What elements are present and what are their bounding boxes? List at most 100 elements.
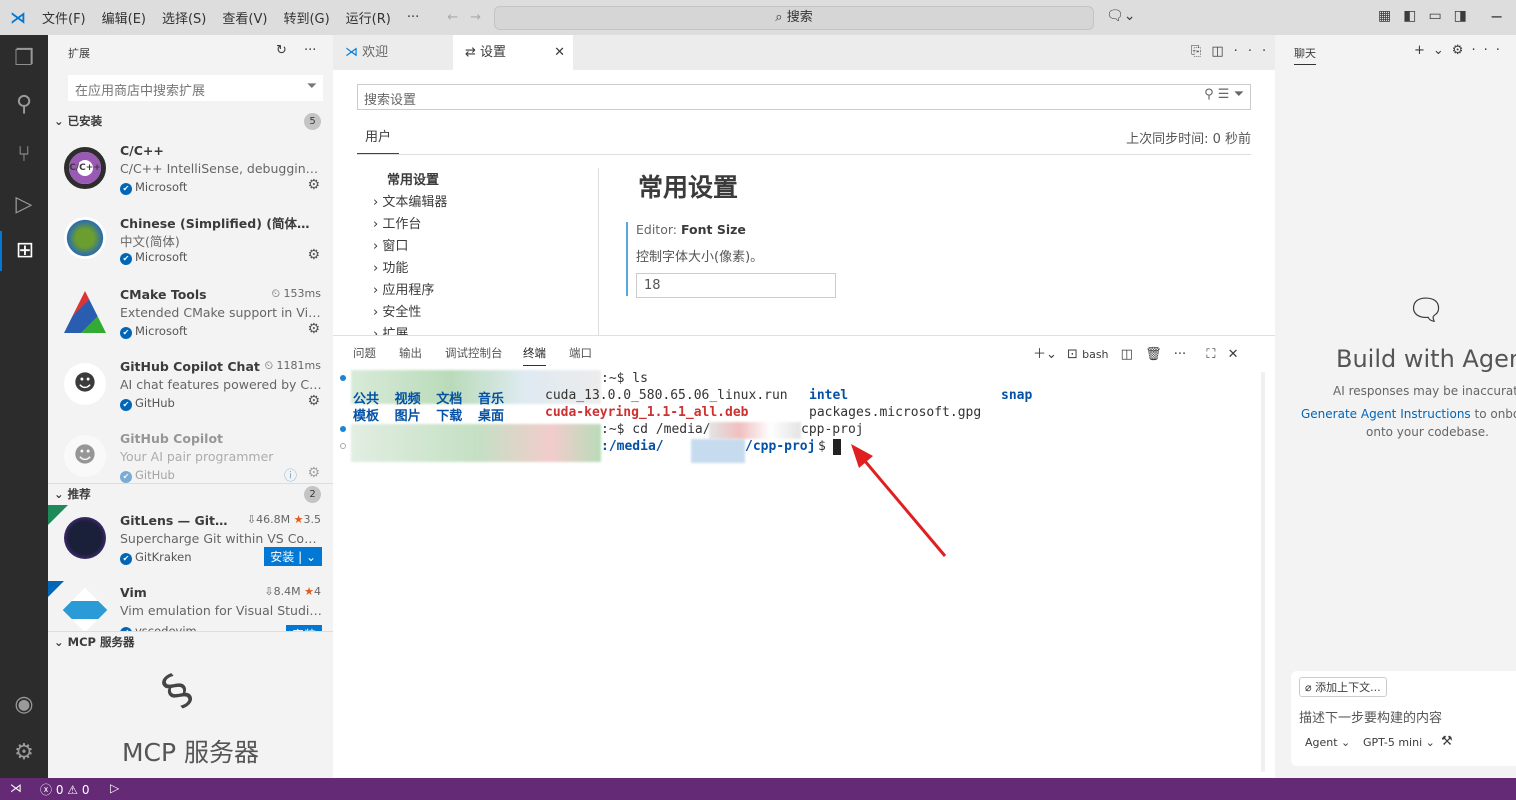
debug-icon[interactable]: ▷ (110, 781, 119, 795)
back-icon[interactable]: ← (447, 10, 458, 25)
extension-desc: Your AI pair programmer (120, 449, 274, 464)
mode-label: Agent (1305, 736, 1338, 749)
tab-settings[interactable]: ⇄ 设置 ✕ (453, 35, 573, 70)
terminal-dir: snap (1001, 388, 1033, 403)
more-icon[interactable]: ··· (304, 43, 316, 58)
explorer-icon[interactable]: ❐ (0, 39, 48, 79)
copilot-logo: ☻ (64, 435, 106, 477)
copilot-icon[interactable]: 🗨⌄ (1106, 8, 1136, 24)
gear-icon[interactable]: ⚙ (307, 393, 320, 409)
extension-item[interactable]: Chinese (Simplified) (简体中文)... 中文(简体) Mi… (48, 209, 333, 281)
more-icon[interactable]: ··· (1174, 347, 1186, 362)
search-icon[interactable]: ⚲ (0, 85, 48, 125)
menu-file[interactable]: 文件(F) (42, 8, 86, 27)
split-icon[interactable]: ◫ (1121, 347, 1133, 362)
toc-item[interactable]: › 工作台 (373, 214, 447, 236)
filter-icon[interactable]: ⏷ (307, 79, 317, 94)
manage-gear-icon[interactable]: ⚙ (0, 733, 48, 773)
add-context-label: 添加上下文... (1315, 681, 1381, 694)
tab-ports[interactable]: 端口 (569, 345, 592, 361)
extension-stats: ⇩46.8M ★3.5 (246, 513, 321, 526)
mode-picker[interactable]: Agent ⌄ (1305, 736, 1350, 749)
tab-welcome[interactable]: ⋊ 欢迎 (333, 35, 453, 70)
install-button[interactable]: 安装 | ⌄ (264, 547, 322, 566)
menu-view[interactable]: 查看(V) (222, 8, 267, 27)
toc-item[interactable]: › 窗口 (373, 236, 447, 258)
refresh-icon[interactable]: ↻ (276, 43, 287, 58)
toc-item[interactable]: › 扩展 (373, 324, 447, 335)
terminal-line: cpp-proj (801, 422, 864, 437)
model-picker[interactable]: GPT-5 mini ⌄ (1363, 736, 1435, 749)
trash-icon[interactable]: 🗑 (1145, 347, 1162, 362)
extension-item[interactable]: Vim ⇩8.4M ★4 Vim emulation for Visual St… (48, 581, 333, 631)
gear-icon[interactable]: ⚙ (307, 321, 320, 337)
close-panel-icon[interactable]: ✕ (1228, 347, 1239, 362)
section-mcp[interactable]: ⌄ MCP 服务器 (48, 631, 333, 651)
run-debug-icon[interactable]: ▷ (0, 185, 48, 225)
chat-input-box[interactable]: ⌀ 添加上下文... 描述下一步要构建的内容 Agent ⌄ GPT-5 min… (1291, 671, 1516, 766)
layout-icons[interactable]: ▦◧▭◨ (1378, 8, 1479, 24)
chat-actions[interactable]: +⌄⚙··· (1414, 43, 1508, 58)
tab-user-scope[interactable]: 用户 (357, 126, 400, 155)
editor-actions[interactable]: ⎘◫··· (1191, 44, 1276, 59)
toc-item[interactable]: › 文本编辑器 (373, 192, 447, 214)
menu-edit[interactable]: 编辑(E) (102, 8, 146, 27)
extension-publisher: Microsoft (120, 324, 187, 339)
gear-icon[interactable]: ⚙ (307, 465, 320, 481)
new-terminal-icon[interactable]: ＋⌄ (1033, 347, 1057, 362)
recommended-corner (48, 581, 68, 597)
setting-name: Font Size (680, 222, 746, 237)
tools-icon[interactable]: ⚒ (1441, 734, 1453, 749)
toc-item[interactable]: › 安全性 (373, 302, 447, 324)
tab-problems[interactable]: 问题 (353, 345, 376, 361)
generate-instructions-link[interactable]: Generate Agent Instructions (1301, 407, 1471, 421)
font-size-input[interactable]: 18 (636, 273, 836, 298)
forward-icon[interactable]: → (470, 10, 481, 25)
shell-label[interactable]: bash (1082, 348, 1108, 361)
tab-label: 设置 (480, 45, 507, 60)
extensions-icon[interactable]: ⊞ (0, 231, 48, 271)
chat-input-placeholder[interactable]: 描述下一步要构建的内容 (1299, 707, 1442, 726)
remote-icon[interactable]: ⋊ (10, 781, 22, 795)
extension-desc: Vim emulation for Visual Studio ... (120, 603, 322, 618)
tab-debug-console[interactable]: 调试控制台 (445, 345, 503, 361)
mcp-logo-icon: § (152, 663, 202, 718)
tab-terminal[interactable]: 终端 (523, 345, 546, 366)
settings-search-input[interactable]: 搜索设置 ⚲ ☰ ⏷ (357, 84, 1251, 110)
toc-item[interactable]: › 应用程序 (373, 280, 447, 302)
info-icon[interactable]: ⓘ (284, 465, 297, 484)
add-context-button[interactable]: ⌀ 添加上下文... (1299, 677, 1387, 697)
extension-item[interactable]: ☻ GitHub Copilot Chat ⏲ 1181ms AI chat f… (48, 355, 333, 427)
section-installed[interactable]: ⌄ 已安装 5 (48, 111, 333, 131)
problems-status[interactable]: ⓧ 0 ⚠ 0 (40, 781, 90, 798)
toc-label: 扩展 (382, 327, 409, 335)
extension-search-input[interactable]: 在应用商店中搜索扩展 ⏷ (68, 75, 323, 101)
terminal-scrollbar[interactable] (1261, 372, 1265, 772)
chat-title[interactable]: 聊天 (1294, 45, 1316, 65)
menu-go[interactable]: 转到(G) (283, 8, 329, 27)
maximize-icon[interactable]: ⛶ (1206, 347, 1215, 362)
toc-item[interactable]: 常用设置 (373, 170, 447, 192)
menu-selection[interactable]: 选择(S) (162, 8, 206, 27)
close-icon[interactable]: ✕ (554, 35, 565, 70)
gear-icon[interactable]: ⚙ (307, 247, 320, 263)
terminal-line: :~$ ls (601, 371, 648, 386)
chat-instructions: Generate Agent Instructions to onboard (1301, 407, 1516, 421)
gear-icon[interactable]: ⚙ (307, 177, 320, 193)
tab-output[interactable]: 输出 (399, 345, 422, 361)
source-control-icon[interactable]: ⑂ (0, 135, 48, 175)
extension-item[interactable]: GitLens — Git s... ⇩46.8M ★3.5 Superchar… (48, 505, 333, 581)
minimize-icon[interactable]: − (1490, 7, 1503, 26)
extension-item[interactable]: C/C++ C/C++ C/C++ IntelliSense, debuggin… (48, 139, 333, 211)
extension-desc: 中文(简体) (120, 234, 180, 249)
account-icon[interactable]: ◉ (0, 685, 48, 725)
extension-name: C/C++ (120, 143, 164, 158)
section-recommended[interactable]: ⌄ 推荐 2 (48, 483, 333, 503)
command-center-search[interactable]: ⌕ 搜索 (494, 6, 1094, 30)
count-badge: 5 (304, 113, 321, 130)
toc-item[interactable]: › 功能 (373, 258, 447, 280)
extension-item[interactable]: CMake Tools ⏲ 153ms Extended CMake suppo… (48, 283, 333, 355)
menu-run[interactable]: 运行(R) (346, 8, 391, 27)
filter-icon[interactable]: ⚲ ☰ ⏷ (1204, 87, 1244, 102)
menu-more[interactable]: ··· (407, 10, 419, 25)
